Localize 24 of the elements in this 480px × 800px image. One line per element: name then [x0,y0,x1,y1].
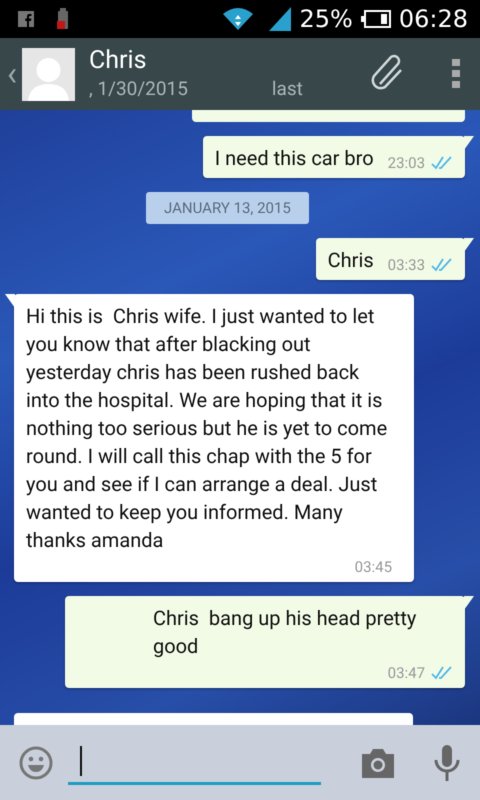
microphone-icon[interactable] [432,744,462,780]
facebook-icon [18,11,34,27]
date-label: JANUARY 13, 2015 [146,192,309,224]
message-time: 03:45 [354,558,392,576]
clock-time: 06:28 [398,5,468,33]
message-text: Chris bang up his head pretty good [153,605,418,660]
contact-name: Chris [89,46,148,76]
menu-icon[interactable] [452,59,460,89]
message-text: Chris [328,247,374,274]
back-button[interactable]: ‹ [2,54,22,94]
message-text: Hi this is Chris wife. I just wanted to let you know that after blacking out yesterday chris has been rushed back into the hospital. We are hoping that it is nothing too serious but he is yet to come round. I will call this chap with the 5 for you and see if I can arrange a deal. Just wanted to keep you informed. Many thanks amanda [26,303,388,554]
message-time: 03:33 [388,256,425,274]
battery-icon [360,10,391,28]
message-time: 03:47 [388,664,425,682]
battery-alert-icon [56,8,70,30]
camera-icon[interactable] [360,748,396,778]
battery-percent: 25% [299,5,353,33]
emoji-icon[interactable] [18,744,54,780]
message-time: 23:03 [388,154,425,172]
message-text: I need this car bro [214,145,374,172]
wifi-icon [223,8,254,30]
last-seen-text: last [272,76,303,102]
last-seen-text: , 1/30/2015 [89,76,188,102]
signal-icon [269,7,292,31]
